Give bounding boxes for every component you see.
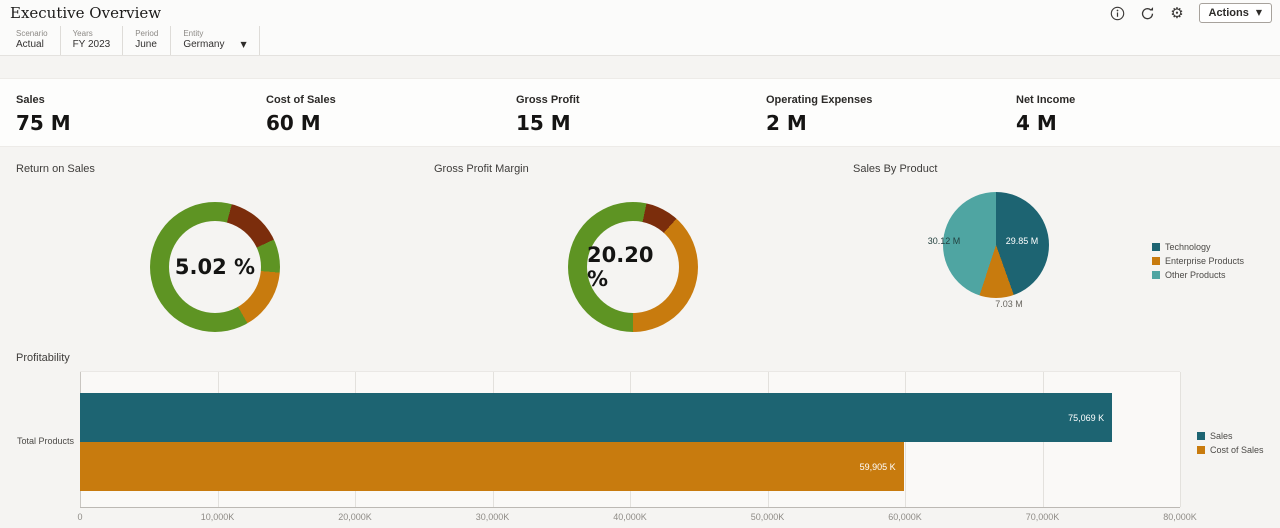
- legend-item-cost-of-sales[interactable]: Cost of Sales: [1197, 445, 1264, 455]
- sales-swatch: [1197, 432, 1205, 440]
- pie-label-technology: 29.85 M: [1005, 236, 1039, 246]
- pov-years[interactable]: Years FY 2023: [73, 26, 124, 55]
- pov-entity[interactable]: Entity Germany ▼: [183, 26, 260, 55]
- pov-scenario-label: Scenario: [16, 29, 48, 38]
- sales-bar-value: 75,069 K: [1068, 412, 1105, 423]
- pov-entity-label: Entity: [183, 29, 204, 38]
- charts-row: Return on Sales Gross Profit Margin Sale…: [0, 147, 1280, 347]
- pov-years-value: FY 2023: [72, 39, 111, 50]
- x-axis-tick-label: 70,000K: [1025, 512, 1060, 522]
- bar-chart-legend: Sales Cost of Sales: [1197, 431, 1264, 455]
- kpi-net-income-label: Net Income: [1016, 94, 1076, 106]
- pov-period[interactable]: Period June: [135, 26, 172, 55]
- x-axis-tick-label: 0: [77, 512, 83, 522]
- x-axis: 0 10,000K 20,000K 30,000K 40,000K 50,000…: [77, 512, 1196, 524]
- cost-of-sales-bar-value: 59,905 K: [859, 461, 896, 472]
- app-header: Executive Overview ⚙ Actions ▼: [0, 0, 1280, 26]
- cost-of-sales-bar[interactable]: 59,905 K: [80, 442, 904, 491]
- actions-button[interactable]: Actions ▼: [1198, 3, 1272, 23]
- kpi-gross-profit-value: 15 M: [516, 111, 571, 135]
- caret-down-icon: ▼: [1255, 8, 1262, 17]
- pie-label-enterprise-products: 7.03 M: [995, 299, 1023, 309]
- profitability-plot-area: 75,069 K 59,905 K: [80, 371, 1181, 508]
- legend-item-other-products[interactable]: Other Products: [1152, 270, 1244, 280]
- pov-years-label: Years: [72, 29, 93, 38]
- pov-bar: Scenario Actual Years FY 2023 Period Jun…: [0, 26, 1280, 56]
- kpi-operating-expenses-label: Operating Expenses: [766, 94, 873, 106]
- enterprise-products-swatch: [1152, 257, 1160, 265]
- gross-profit-margin-value: 20.20 %: [587, 243, 654, 291]
- actions-button-label: Actions: [1208, 7, 1249, 19]
- legend-item-sales[interactable]: Sales: [1197, 431, 1264, 441]
- pie-legend: Technology Enterprise Products Other Pro…: [1152, 242, 1244, 280]
- executive-overview-dashboard: Executive Overview ⚙ Actions ▼ Scenario …: [0, 0, 1280, 528]
- return-on-sales-title: Return on Sales: [16, 163, 95, 175]
- kpi-sales: Sales 75 M: [16, 94, 266, 146]
- header-actions: ⚙ Actions ▼: [1109, 3, 1272, 23]
- return-on-sales-value: 5.02 %: [174, 255, 256, 279]
- legend-item-enterprise-products[interactable]: Enterprise Products: [1152, 256, 1244, 266]
- technology-swatch: [1152, 243, 1160, 251]
- kpi-cost-of-sales: Cost of Sales 60 M: [266, 94, 516, 146]
- x-axis-tick-label: 80,000K: [1163, 512, 1197, 522]
- settings-gear-icon[interactable]: ⚙: [1169, 5, 1186, 22]
- profitability-title: Profitability: [16, 352, 70, 364]
- sales-bar[interactable]: 75,069 K: [80, 393, 1113, 442]
- kpi-operating-expenses: Operating Expenses 2 M: [766, 94, 1016, 146]
- kpi-gross-profit-label: Gross Profit: [516, 94, 580, 106]
- kpi-operating-expenses-value: 2 M: [766, 111, 807, 135]
- x-axis-tick-label: 20,000K: [338, 512, 372, 522]
- x-axis-tick-label: 50,000K: [750, 512, 785, 522]
- entity-dropdown-caret-icon[interactable]: ▼: [240, 40, 246, 49]
- x-axis-tick-label: 40,000K: [613, 512, 647, 522]
- kpi-net-income-value: 4 M: [1016, 111, 1057, 135]
- pov-entity-value: Germany ▼: [183, 39, 247, 50]
- pov-scenario[interactable]: Scenario Actual: [16, 26, 61, 55]
- cost-of-sales-swatch: [1197, 446, 1205, 454]
- x-axis-tick-label: 30,000K: [475, 512, 510, 522]
- x-axis-tick-label: 60,000K: [888, 512, 922, 522]
- kpi-band: Sales 75 M Cost of Sales 60 M Gross Prof…: [0, 78, 1280, 147]
- pie-label-other-products: 30.12 M: [927, 236, 961, 246]
- x-axis-tick-label: 10,000K: [200, 512, 235, 522]
- refresh-icon[interactable]: [1139, 5, 1156, 22]
- other-products-swatch: [1152, 271, 1160, 279]
- kpi-sales-value: 75 M: [16, 111, 71, 135]
- y-axis-category-label: Total Products: [16, 436, 74, 446]
- kpi-gross-profit: Gross Profit 15 M: [516, 94, 766, 146]
- kpi-cost-of-sales-label: Cost of Sales: [266, 94, 336, 106]
- kpi-net-income: Net Income 4 M: [1016, 94, 1266, 146]
- sales-by-product-title: Sales By Product: [853, 163, 938, 175]
- info-icon[interactable]: [1109, 5, 1126, 22]
- pov-period-value: June: [135, 39, 157, 50]
- pov-scenario-value: Actual: [16, 39, 44, 50]
- gross-profit-margin-title: Gross Profit Margin: [434, 163, 529, 175]
- legend-item-technology[interactable]: Technology: [1152, 242, 1244, 252]
- page-title: Executive Overview: [10, 4, 162, 22]
- gross-profit-margin-gauge[interactable]: 20.20 %: [568, 202, 698, 332]
- kpi-cost-of-sales-value: 60 M: [266, 111, 321, 135]
- kpi-sales-label: Sales: [16, 94, 45, 106]
- profitability-section: Profitability Total Products 75,069 K 59…: [0, 347, 1280, 528]
- pov-period-label: Period: [135, 29, 159, 38]
- return-on-sales-gauge[interactable]: 5.02 %: [150, 202, 280, 332]
- gridline: [1180, 372, 1181, 507]
